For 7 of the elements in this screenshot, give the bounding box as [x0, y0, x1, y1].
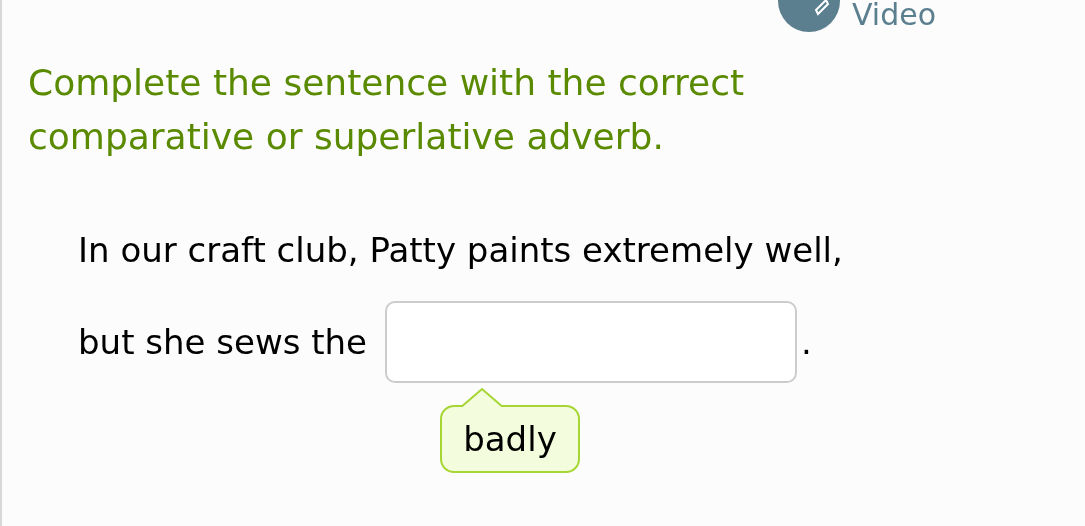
instruction-text: Complete the sentence with the correct comparative or superlative adverb.	[28, 61, 746, 159]
sentence-text: but she sews the	[78, 322, 368, 362]
sentence-text: In our craft club, Patty paints extremely well,	[78, 230, 844, 270]
pointer-arrow-icon	[459, 387, 505, 407]
sentence-text: .	[801, 322, 812, 362]
video-button[interactable]: Video	[778, 0, 937, 32]
answer-box[interactable]	[385, 301, 798, 383]
